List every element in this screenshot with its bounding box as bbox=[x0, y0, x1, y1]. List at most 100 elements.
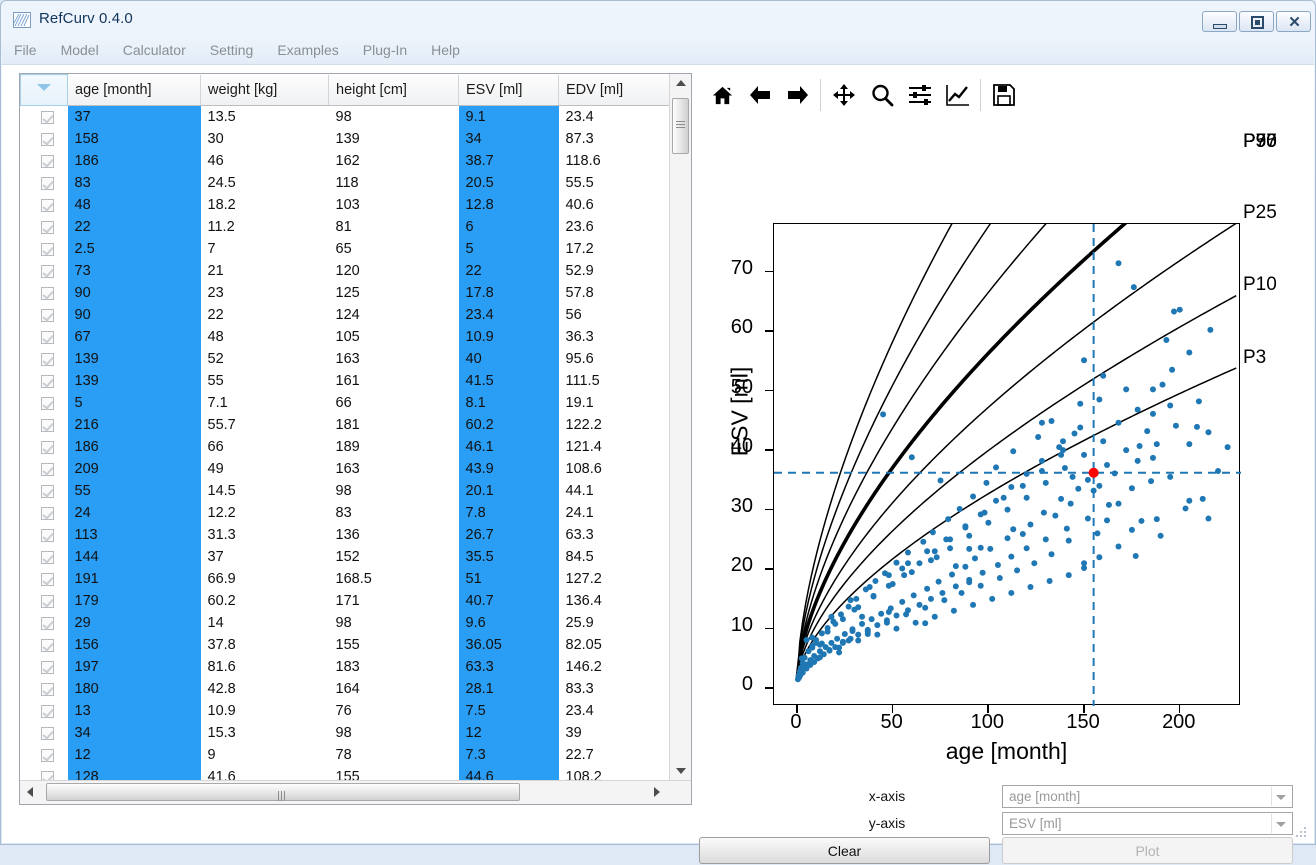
checkbox-icon[interactable] bbox=[41, 484, 54, 498]
row-checkbox-cell[interactable] bbox=[20, 194, 68, 216]
checkbox-icon[interactable] bbox=[41, 528, 54, 542]
table-cell[interactable]: 67 bbox=[67, 326, 201, 348]
table-cell[interactable]: 40.7 bbox=[458, 590, 559, 612]
table-cell[interactable]: 13 bbox=[67, 700, 201, 722]
table-vertical-scrollbar[interactable] bbox=[669, 74, 691, 781]
table-cell[interactable]: 17.8 bbox=[458, 282, 559, 304]
table-cell[interactable]: 37.8 bbox=[201, 634, 329, 656]
row-checkbox-cell[interactable] bbox=[20, 260, 68, 282]
table-row[interactable]: 12 9 78 7.3 22.7 bbox=[20, 744, 671, 766]
table-cell[interactable]: 38.7 bbox=[458, 150, 559, 172]
table-cell[interactable]: 12 bbox=[458, 722, 559, 744]
table-row[interactable]: 90 23 125 17.8 57.8 bbox=[20, 282, 671, 304]
checkbox-icon[interactable] bbox=[41, 286, 54, 300]
row-checkbox-cell[interactable] bbox=[20, 634, 68, 656]
maximize-button[interactable] bbox=[1239, 11, 1274, 32]
table-row[interactable]: 139 55 161 41.5 111.5 bbox=[20, 370, 671, 392]
plot-button[interactable]: Plot bbox=[1002, 837, 1293, 864]
table-cell[interactable]: 6 bbox=[458, 216, 559, 238]
table-cell[interactable]: 7.3 bbox=[458, 744, 559, 766]
table-cell[interactable]: 171 bbox=[329, 590, 459, 612]
table-row[interactable]: 29 14 98 9.6 25.9 bbox=[20, 612, 671, 634]
table-cell[interactable]: 29 bbox=[67, 612, 201, 634]
table-cell[interactable]: 139 bbox=[67, 370, 201, 392]
checkbox-icon[interactable] bbox=[41, 638, 54, 652]
table-cell[interactable]: 9.6 bbox=[458, 612, 559, 634]
table-row[interactable]: 179 60.2 171 40.7 136.4 bbox=[20, 590, 671, 612]
zoom-magnifier-icon[interactable] bbox=[862, 73, 902, 117]
row-checkbox-cell[interactable] bbox=[20, 678, 68, 700]
table-cell[interactable]: 12.8 bbox=[458, 194, 559, 216]
table-cell[interactable]: 163 bbox=[329, 348, 459, 370]
checkbox-icon[interactable] bbox=[41, 330, 54, 344]
table-cell[interactable]: 23.4 bbox=[559, 106, 671, 129]
table-cell[interactable]: 24.5 bbox=[201, 172, 329, 194]
table-cell[interactable]: 23.4 bbox=[559, 700, 671, 722]
table-cell[interactable]: 25.9 bbox=[559, 612, 671, 634]
table-row[interactable]: 48 18.2 103 12.8 40.6 bbox=[20, 194, 671, 216]
row-checkbox-cell[interactable] bbox=[20, 128, 68, 150]
table-cell[interactable]: 17.2 bbox=[559, 238, 671, 260]
checkbox-icon[interactable] bbox=[41, 462, 54, 476]
row-checkbox-cell[interactable] bbox=[20, 238, 68, 260]
table-cell[interactable]: 161 bbox=[329, 370, 459, 392]
column-header-height[interactable]: height [cm] bbox=[328, 74, 459, 106]
horizontal-scroll-thumb[interactable] bbox=[46, 783, 520, 801]
table-cell[interactable]: 44.1 bbox=[559, 480, 671, 502]
table-cell[interactable]: 98 bbox=[329, 612, 459, 634]
checkbox-icon[interactable] bbox=[41, 572, 54, 586]
row-checkbox-cell[interactable] bbox=[20, 216, 68, 238]
table-cell[interactable]: 21 bbox=[201, 260, 329, 282]
table-cell[interactable]: 155 bbox=[329, 766, 459, 781]
table-cell[interactable]: 10.9 bbox=[201, 700, 329, 722]
checkbox-icon[interactable] bbox=[41, 440, 54, 454]
checkbox-icon[interactable] bbox=[41, 396, 54, 410]
table-cell[interactable]: 63.3 bbox=[458, 656, 559, 678]
column-header-age[interactable]: age [month] bbox=[67, 74, 201, 106]
table-cell[interactable]: 66 bbox=[201, 436, 329, 458]
table-cell[interactable]: 13.5 bbox=[201, 106, 329, 129]
home-icon[interactable] bbox=[702, 73, 742, 117]
table-cell[interactable]: 162 bbox=[329, 150, 459, 172]
x-axis-select[interactable]: age [month] bbox=[1002, 785, 1293, 808]
table-cell[interactable]: 7.1 bbox=[201, 392, 329, 414]
table-cell[interactable]: 136.4 bbox=[559, 590, 671, 612]
table-cell[interactable]: 55.5 bbox=[559, 172, 671, 194]
table-cell[interactable]: 98 bbox=[329, 722, 459, 744]
checkbox-icon[interactable] bbox=[41, 198, 54, 212]
row-checkbox-cell[interactable] bbox=[20, 744, 68, 766]
table-row[interactable]: 22 11.2 81 6 23.6 bbox=[20, 216, 671, 238]
row-checkbox-cell[interactable] bbox=[20, 546, 68, 568]
table-cell[interactable]: 158 bbox=[67, 128, 201, 150]
checkbox-icon[interactable] bbox=[41, 506, 54, 520]
menu-item-model[interactable]: Model bbox=[49, 37, 111, 63]
table-cell[interactable]: 23.4 bbox=[458, 304, 559, 326]
table-cell[interactable]: 108.6 bbox=[559, 458, 671, 480]
menu-item-calculator[interactable]: Calculator bbox=[111, 37, 198, 63]
table-cell[interactable]: 7 bbox=[201, 238, 329, 260]
table-cell[interactable]: 179 bbox=[67, 590, 201, 612]
table-cell[interactable]: 84.5 bbox=[559, 546, 671, 568]
table-cell[interactable]: 57.8 bbox=[559, 282, 671, 304]
table-row[interactable]: 197 81.6 183 63.3 146.2 bbox=[20, 656, 671, 678]
table-row[interactable]: 90 22 124 23.4 56 bbox=[20, 304, 671, 326]
checkbox-icon[interactable] bbox=[41, 220, 54, 234]
table-cell[interactable]: 60.2 bbox=[201, 590, 329, 612]
table-cell[interactable]: 49 bbox=[201, 458, 329, 480]
row-checkbox-cell[interactable] bbox=[20, 414, 68, 436]
table-cell[interactable]: 43.9 bbox=[458, 458, 559, 480]
table-cell[interactable]: 168.5 bbox=[329, 568, 459, 590]
table-cell[interactable]: 66 bbox=[329, 392, 459, 414]
table-cell[interactable]: 65 bbox=[329, 238, 459, 260]
row-checkbox-cell[interactable] bbox=[20, 612, 68, 634]
checkbox-icon[interactable] bbox=[41, 550, 54, 564]
clear-button[interactable]: Clear bbox=[699, 837, 990, 864]
table-cell[interactable]: 209 bbox=[67, 458, 201, 480]
table-cell[interactable]: 22 bbox=[67, 216, 201, 238]
table-cell[interactable]: 18.2 bbox=[201, 194, 329, 216]
minimize-button[interactable] bbox=[1202, 11, 1237, 32]
table-cell[interactable]: 118 bbox=[329, 172, 459, 194]
scroll-right-button[interactable] bbox=[647, 781, 669, 803]
table-cell[interactable]: 127.2 bbox=[559, 568, 671, 590]
row-checkbox-cell[interactable] bbox=[20, 304, 68, 326]
